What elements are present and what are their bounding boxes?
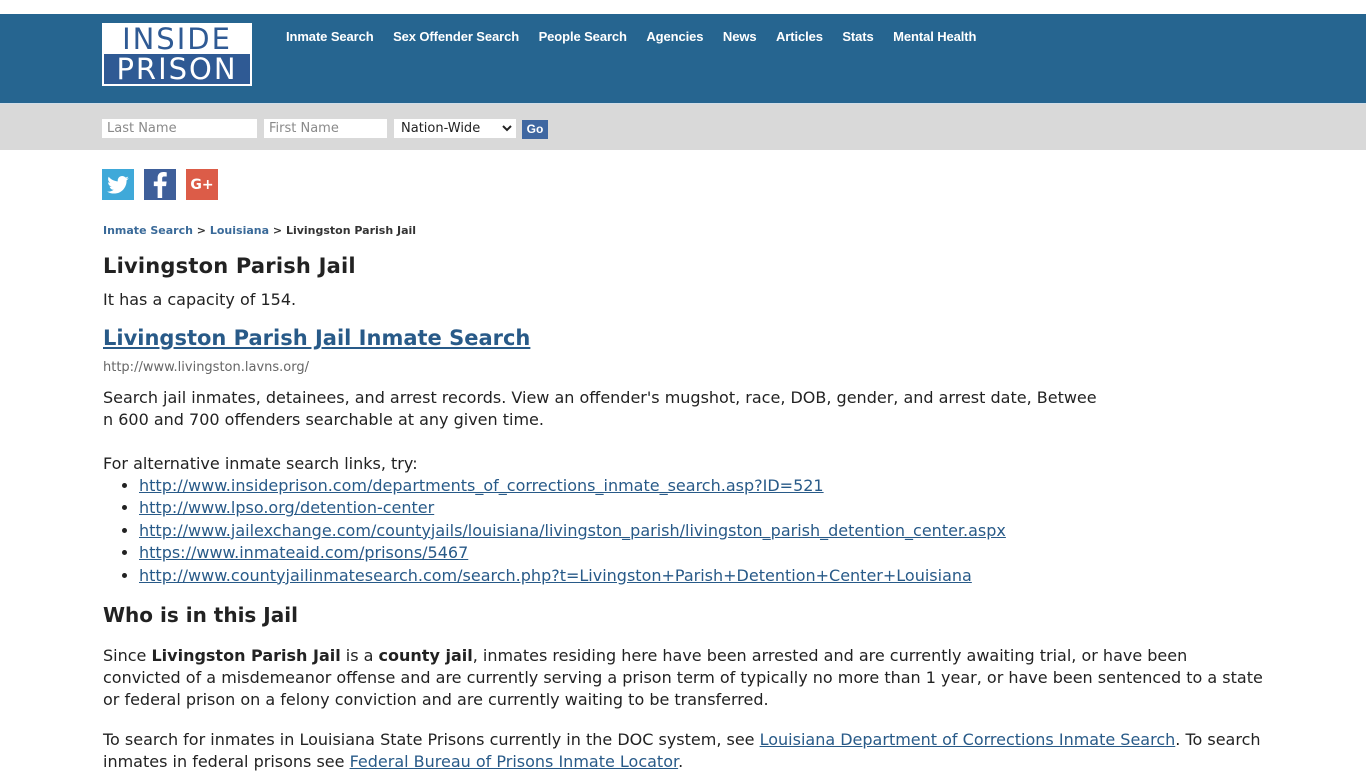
nav-mental-health[interactable]: Mental Health — [893, 29, 976, 45]
top-spacer — [0, 0, 1366, 14]
federal-bop-link[interactable]: Federal Bureau of Prisons Inmate Locator — [350, 752, 679, 771]
go-button[interactable]: Go — [522, 120, 548, 139]
twitter-icon — [107, 175, 129, 194]
list-item: https://www.inmateaid.com/prisons/5467 — [139, 542, 1263, 564]
who-text: Since — [103, 646, 152, 666]
google-plus-icon: G+ — [190, 176, 214, 193]
alt-link[interactable]: http://www.lpso.org/detention-center — [139, 498, 434, 517]
nav-news[interactable]: News — [723, 29, 757, 45]
who-jail-type: county jail — [378, 646, 473, 666]
breadcrumb-louisiana[interactable]: Louisiana — [210, 224, 269, 237]
logo-top-text: INSIDE — [122, 22, 232, 56]
who-paragraph: Since Livingston Parish Jail is a county… — [103, 645, 1263, 711]
description-line: n 600 and 700 offenders searchable at an… — [103, 410, 544, 429]
list-item: http://www.countyjailinmatesearch.com/se… — [139, 565, 1263, 587]
google-plus-share-button[interactable]: G+ — [186, 169, 218, 200]
who-text: is a — [340, 646, 379, 666]
breadcrumb-separator: > — [272, 224, 283, 237]
capacity-text: It has a capacity of 154. — [103, 290, 297, 309]
main-content: G+ Inmate Search > Louisiana > Livingsto… — [102, 169, 1263, 773]
logo-bottom-text: PRISON — [104, 54, 250, 85]
site-header: INSIDE PRISON Inmate Search Sex Offender… — [0, 14, 1366, 103]
doc-text: To search for inmates in Louisiana State… — [103, 730, 760, 750]
alt-link[interactable]: http://www.countyjailinmatesearch.com/se… — [139, 566, 972, 585]
description: Search jail inmates, detainees, and arre… — [103, 387, 1263, 431]
breadcrumb-current: Livingston Parish Jail — [285, 224, 417, 237]
site-logo[interactable]: INSIDE PRISON — [102, 23, 252, 86]
nav-people-search[interactable]: People Search — [539, 29, 627, 45]
nav-inmate-search[interactable]: Inmate Search — [286, 29, 374, 45]
alt-links-list: http://www.insideprison.com/departments_… — [103, 475, 1263, 587]
main-nav: Inmate Search Sex Offender Search People… — [286, 29, 996, 45]
alt-link[interactable]: http://www.insideprison.com/departments_… — [139, 476, 824, 495]
facebook-icon — [153, 171, 167, 198]
social-share: G+ — [102, 169, 1263, 200]
twitter-share-button[interactable] — [102, 169, 134, 200]
nav-articles[interactable]: Articles — [776, 29, 823, 45]
list-item: http://www.lpso.org/detention-center — [139, 497, 1263, 519]
last-name-input[interactable] — [102, 119, 257, 138]
nav-stats[interactable]: Stats — [842, 29, 873, 45]
list-item: http://www.insideprison.com/departments_… — [139, 475, 1263, 497]
scope-select[interactable]: Nation-Wide — [394, 119, 516, 138]
doc-text: . — [678, 752, 684, 772]
list-item: http://www.jailexchange.com/countyjails/… — [139, 520, 1263, 542]
who-jail-name: Livingston Parish Jail — [151, 646, 341, 666]
search-bar: Nation-Wide Go — [0, 103, 1366, 150]
alt-link[interactable]: https://www.inmateaid.com/prisons/5467 — [139, 543, 468, 562]
who-heading: Who is in this Jail — [103, 603, 298, 628]
nav-agencies[interactable]: Agencies — [646, 29, 703, 45]
breadcrumb: Inmate Search > Louisiana > Livingston P… — [103, 224, 1263, 237]
facebook-share-button[interactable] — [144, 169, 176, 200]
jail-inmate-search-link[interactable]: Livingston Parish Jail Inmate Search — [103, 326, 530, 350]
page-title: Livingston Parish Jail — [103, 254, 356, 278]
louisiana-doc-link[interactable]: Louisiana Department of Corrections Inma… — [760, 730, 1176, 749]
alt-links-intro: For alternative inmate search links, try… — [103, 454, 418, 473]
nav-sex-offender-search[interactable]: Sex Offender Search — [393, 29, 519, 45]
alt-link[interactable]: http://www.jailexchange.com/countyjails/… — [139, 521, 1006, 540]
description-line: Search jail inmates, detainees, and arre… — [103, 388, 1097, 407]
doc-paragraph: To search for inmates in Louisiana State… — [103, 729, 1263, 773]
jail-website-url: http://www.livingston.lavns.org/ — [103, 360, 309, 375]
first-name-input[interactable] — [264, 119, 387, 138]
breadcrumb-separator: > — [196, 224, 207, 237]
breadcrumb-inmate-search[interactable]: Inmate Search — [103, 224, 193, 237]
